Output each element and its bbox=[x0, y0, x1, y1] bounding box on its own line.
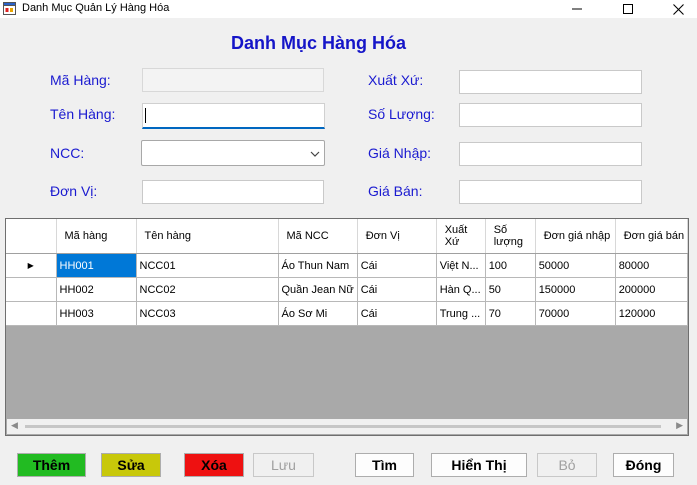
row-header[interactable]: ▶ bbox=[6, 253, 57, 278]
gia-nhap-input[interactable] bbox=[459, 142, 642, 166]
table-cell[interactable]: 150000 bbox=[535, 277, 616, 302]
table-row[interactable]: HH002 NCC02 Quần Jean Nữ Cái Hàn Q... 50… bbox=[6, 277, 688, 302]
table-cell[interactable]: 70000 bbox=[535, 301, 616, 326]
table-cell[interactable]: 50 bbox=[485, 277, 536, 302]
table-cell[interactable]: 200000 bbox=[615, 277, 688, 302]
close-form-button[interactable]: Đóng bbox=[613, 453, 674, 477]
column-header-ma-hang[interactable]: Mã hàng bbox=[56, 219, 137, 254]
delete-button[interactable]: Xóa bbox=[184, 453, 244, 477]
add-button[interactable]: Thêm bbox=[17, 453, 86, 477]
ma-hang-label: Mã Hàng: bbox=[50, 72, 111, 88]
column-header-xuat-xu[interactable]: Xuất Xứ bbox=[436, 219, 486, 254]
table-cell[interactable]: 120000 bbox=[615, 301, 688, 326]
close-button[interactable] bbox=[661, 0, 695, 18]
table-cell[interactable]: Hàn Q... bbox=[436, 277, 486, 302]
cancel-button[interactable]: Bỏ bbox=[537, 453, 597, 477]
table-cell[interactable]: 80000 bbox=[615, 253, 688, 278]
column-header-don-gia-nhap[interactable]: Đơn giá nhập bbox=[535, 219, 616, 254]
scroll-right-icon[interactable]: ▶ bbox=[676, 420, 683, 431]
form-title: Danh Mục Hàng Hóa bbox=[230, 33, 406, 53]
text-caret bbox=[145, 108, 146, 123]
title-bar: Danh Mục Quản Lý Hàng Hóa bbox=[0, 0, 697, 18]
table-row[interactable]: HH003 NCC03 Áo Sơ Mi Cái Trung ... 70 70… bbox=[6, 301, 688, 326]
table-cell[interactable]: Việt N... bbox=[436, 253, 486, 278]
window-title: Danh Mục Quản Lý Hàng Hóa bbox=[22, 2, 170, 14]
row-header[interactable] bbox=[6, 301, 57, 326]
table-cell[interactable]: HH002 bbox=[56, 277, 137, 302]
xuat-xu-input[interactable] bbox=[459, 70, 642, 94]
column-header-don-gia-ban[interactable]: Đơn giá bán bbox=[615, 219, 688, 254]
maximize-icon bbox=[623, 4, 633, 14]
table-cell[interactable]: NCC01 bbox=[136, 253, 279, 278]
gia-ban-label: Giá Bán: bbox=[368, 183, 423, 199]
close-icon bbox=[672, 3, 684, 15]
column-header-don-vi[interactable]: Đơn Vị bbox=[357, 219, 437, 254]
save-button[interactable]: Lưu bbox=[253, 453, 314, 477]
show-all-button[interactable]: Hiển Thị bbox=[431, 453, 527, 477]
ma-hang-input[interactable] bbox=[142, 68, 324, 92]
ncc-select[interactable] bbox=[141, 140, 325, 166]
minimize-icon bbox=[572, 8, 582, 10]
ten-hang-input[interactable] bbox=[142, 103, 325, 129]
table-cell[interactable]: NCC03 bbox=[136, 301, 279, 326]
column-header-ten-hang[interactable]: Tên hàng bbox=[136, 219, 279, 254]
table-cell[interactable]: NCC02 bbox=[136, 277, 279, 302]
ncc-label: NCC: bbox=[50, 145, 85, 161]
grid-table: Mã hàng Tên hàng Mã NCC Đơn Vị Xuất Xứ S… bbox=[6, 219, 688, 326]
table-cell[interactable]: Cái bbox=[357, 277, 437, 302]
gia-ban-input[interactable] bbox=[459, 180, 642, 204]
table-cell[interactable]: Áo Thun Nam bbox=[278, 253, 358, 278]
search-button[interactable]: Tìm bbox=[355, 453, 414, 477]
table-cell[interactable]: Cái bbox=[357, 301, 437, 326]
app-icon bbox=[3, 2, 16, 15]
product-data-grid[interactable]: Mã hàng Tên hàng Mã NCC Đơn Vị Xuất Xứ S… bbox=[5, 218, 689, 436]
grid-header-row: Mã hàng Tên hàng Mã NCC Đơn Vị Xuất Xứ S… bbox=[6, 219, 688, 254]
xuat-xu-label: Xuất Xứ: bbox=[368, 72, 424, 88]
scroll-left-icon[interactable]: ◀ bbox=[11, 420, 18, 431]
gia-nhap-label: Giá Nhập: bbox=[368, 145, 432, 161]
ten-hang-label: Tên Hàng: bbox=[50, 106, 116, 122]
table-cell[interactable]: Quần Jean Nữ bbox=[278, 277, 358, 302]
don-vi-input[interactable] bbox=[142, 180, 324, 204]
so-luong-label: Số Lượng: bbox=[368, 106, 435, 122]
table-cell[interactable]: Trung ... bbox=[436, 301, 486, 326]
table-cell[interactable]: 70 bbox=[485, 301, 536, 326]
row-header[interactable] bbox=[6, 277, 57, 302]
table-row[interactable]: ▶ HH001 NCC01 Áo Thun Nam Cái Việt N... … bbox=[6, 253, 688, 278]
column-header-ma-ncc[interactable]: Mã NCC bbox=[278, 219, 358, 254]
edit-button[interactable]: Sửa bbox=[101, 453, 161, 477]
table-cell[interactable]: HH001 bbox=[56, 253, 137, 278]
maximize-button[interactable] bbox=[611, 0, 645, 18]
row-pointer-icon: ▶ bbox=[27, 261, 34, 270]
chevron-down-icon bbox=[310, 151, 320, 157]
column-header-so-luong[interactable]: Số lượng bbox=[485, 219, 536, 254]
table-cell[interactable]: Cái bbox=[357, 253, 437, 278]
row-header-corner bbox=[6, 219, 57, 254]
table-cell[interactable]: Áo Sơ Mi bbox=[278, 301, 358, 326]
table-cell[interactable]: 50000 bbox=[535, 253, 616, 278]
minimize-button[interactable] bbox=[560, 0, 594, 18]
table-cell[interactable]: 100 bbox=[485, 253, 536, 278]
don-vi-label: Đơn Vị: bbox=[50, 183, 98, 199]
horizontal-scrollbar[interactable]: ◀ ▶ bbox=[7, 419, 687, 434]
table-cell[interactable]: HH003 bbox=[56, 301, 137, 326]
scrollbar-thumb[interactable] bbox=[25, 425, 661, 428]
so-luong-input[interactable] bbox=[459, 103, 642, 127]
